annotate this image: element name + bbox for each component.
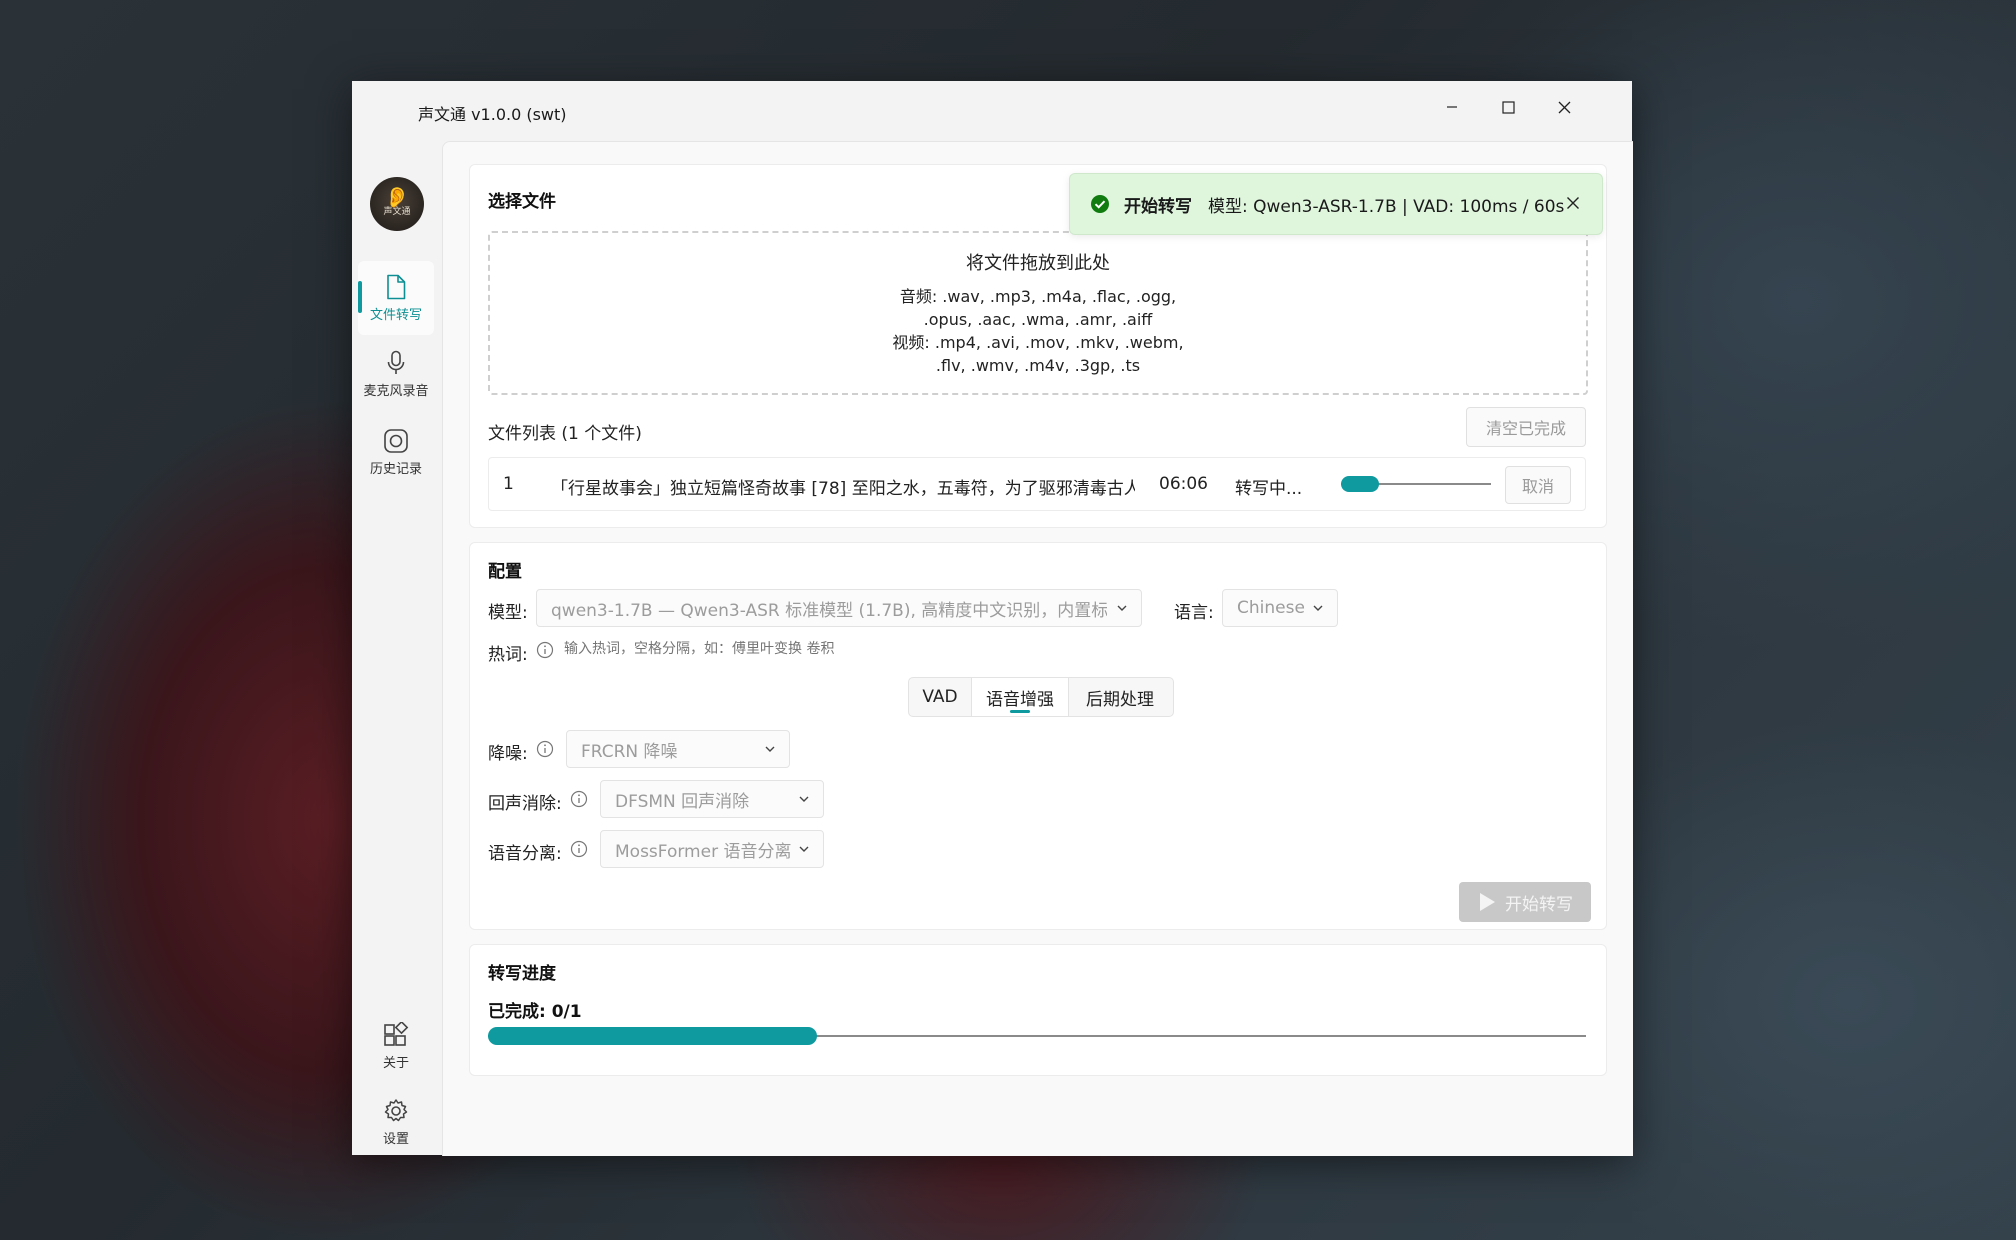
cancel-button[interactable]: 取消 (1505, 466, 1571, 504)
minimize-icon (1447, 106, 1457, 108)
file-name: 「行星故事会」独立短篇怪奇故事 [78] 至阳之水，五毒符，为了驱邪清毒古人 (551, 479, 1135, 499)
start-transcribe-button[interactable]: 开始转写 (1459, 882, 1591, 922)
active-indicator (358, 281, 362, 313)
close-toast-icon[interactable] (1566, 196, 1580, 210)
apps-icon (384, 1021, 409, 1046)
sidebar-item-about[interactable]: 关于 (358, 1009, 434, 1083)
config-card: 配置 模型: qwen3-1.7B — Qwen3-ASR 标准模型 (1.7B… (469, 542, 1607, 930)
gear-icon (384, 1098, 408, 1121)
echo-cancel-select[interactable]: DFSMN 回声消除 (600, 780, 824, 818)
sidebar-item-file-transcribe[interactable]: 文件转写 (358, 261, 434, 335)
chevron-down-icon (1313, 605, 1323, 611)
audio-formats-line2: .opus, .aac, .wma, .amr, .aiff (923, 310, 1153, 329)
file-select-title: 选择文件 (488, 192, 556, 212)
title-bar: 声文通 v1.0.0 (swt) (352, 81, 1632, 141)
info-icon (570, 840, 588, 858)
model-label: 模型: (488, 603, 528, 623)
language-label: 语言: (1174, 603, 1214, 623)
file-index: 1 (503, 474, 514, 494)
microphone-icon (387, 350, 405, 374)
separation-label: 语音分离: (488, 844, 562, 864)
sidebar-item-history[interactable]: 历史记录 (358, 415, 434, 489)
denoise-select[interactable]: FRCRN 降噪 (566, 730, 790, 768)
app-logo: 👂 声文通 (370, 177, 424, 231)
sidebar-item-label: 文件转写 (369, 307, 422, 323)
close-icon (1558, 101, 1570, 113)
toast-title: 开始转写 (1124, 196, 1192, 217)
overall-progress-bar (488, 1027, 1586, 1045)
chevron-down-icon (1117, 605, 1127, 611)
history-icon (384, 428, 408, 453)
close-window-button[interactable] (1538, 87, 1590, 127)
clear-completed-button[interactable]: 清空已完成 (1466, 407, 1586, 447)
sidebar-item-label: 关于 (382, 1055, 409, 1071)
progress-title: 转写进度 (488, 964, 556, 984)
video-formats-line2: .flv, .wmv, .m4v, .3gp, .ts (935, 356, 1141, 375)
model-select[interactable]: qwen3-1.7B — Qwen3-ASR 标准模型 (1.7B), 高精度中… (536, 589, 1142, 627)
success-check-icon (1091, 195, 1109, 213)
file-progress-bar (1341, 476, 1491, 492)
window-title: 声文通 v1.0.0 (swt) (418, 105, 567, 124)
completed-count: 已完成: 0/1 (488, 1002, 582, 1022)
denoise-value: FRCRN 降噪 (581, 741, 678, 762)
file-list-title: 文件列表 (1 个文件) (488, 424, 642, 444)
sidebar-item-settings[interactable]: 设置 (358, 1085, 434, 1159)
file-status: 转写中... (1235, 479, 1303, 499)
info-icon (536, 641, 554, 659)
sidebar-item-label: 历史记录 (369, 461, 422, 477)
overall-progress-fill (488, 1027, 818, 1045)
start-button-label: 开始转写 (1505, 894, 1573, 915)
model-value: qwen3-1.7B — Qwen3-ASR 标准模型 (1.7B), 高精度中… (551, 600, 1107, 621)
toast-message: 模型: Qwen3-ASR-1.7B | VAD: 100ms / 60s (1208, 196, 1565, 217)
logo-text: 声文通 (383, 206, 411, 217)
sidebar-item-microphone[interactable]: 麦克风录音 (358, 337, 434, 411)
echo-label: 回声消除: (488, 794, 562, 814)
sidebar-item-label: 设置 (382, 1131, 409, 1147)
sidebar-item-label: 麦克风录音 (363, 383, 429, 399)
maximize-icon (1501, 100, 1515, 114)
file-dropzone[interactable]: 将文件拖放到此处 音频: .wav, .mp3, .m4a, .flac, .o… (488, 231, 1588, 395)
app-window: 声文通 v1.0.0 (swt) 👂 声文通 文件转写 麦克风录音 历史记录 关… (352, 81, 1633, 1156)
ear-icon: 👂 (384, 184, 410, 209)
tab-vad[interactable]: VAD (909, 678, 971, 716)
tab-post-process[interactable]: 后期处理 (1069, 678, 1171, 716)
minimize-button[interactable] (1426, 87, 1478, 127)
echo-value: DFSMN 回声消除 (615, 791, 750, 812)
separation-select[interactable]: MossFormer 语音分离 (600, 830, 824, 868)
file-row: 1 「行星故事会」独立短篇怪奇故事 [78] 至阳之水，五毒符，为了驱邪清毒古人… (488, 457, 1586, 511)
start-toast: 开始转写 模型: Qwen3-ASR-1.7B | VAD: 100ms / 6… (1069, 173, 1603, 235)
hotwords-label: 热词: (488, 645, 528, 665)
info-icon (570, 790, 588, 808)
video-formats-line1: 视频: .mp4, .avi, .mov, .mkv, .webm, (892, 333, 1184, 352)
language-value: Chinese (1237, 598, 1305, 618)
play-icon (1480, 893, 1495, 911)
chevron-down-icon (765, 746, 775, 752)
dropzone-title: 将文件拖放到此处 (966, 253, 1110, 274)
audio-formats-line1: 音频: .wav, .mp3, .m4a, .flac, .ogg, (899, 287, 1177, 306)
chevron-down-icon (799, 796, 809, 802)
hotwords-input[interactable] (564, 637, 1124, 661)
info-icon (536, 740, 554, 758)
sidebar: 👂 声文通 文件转写 麦克风录音 历史记录 关于 设置 (352, 141, 440, 1155)
main-content: 选择文件 将文件拖放到此处 音频: .wav, .mp3, .m4a, .fla… (442, 141, 1633, 1156)
chevron-down-icon (799, 846, 809, 852)
language-select[interactable]: Chinese (1222, 589, 1338, 627)
config-tabs: VAD 语音增强 后期处理 (908, 677, 1174, 717)
maximize-button[interactable] (1482, 87, 1534, 127)
separation-value: MossFormer 语音分离 (615, 841, 792, 862)
denoise-label: 降噪: (488, 744, 528, 764)
file-icon (387, 274, 406, 299)
config-title: 配置 (488, 562, 522, 582)
file-progress-fill (1341, 476, 1379, 492)
tab-speech-enhance[interactable]: 语音增强 (971, 678, 1069, 716)
progress-card: 转写进度 已完成: 0/1 (469, 944, 1607, 1076)
file-duration: 06:06 (1159, 474, 1208, 494)
